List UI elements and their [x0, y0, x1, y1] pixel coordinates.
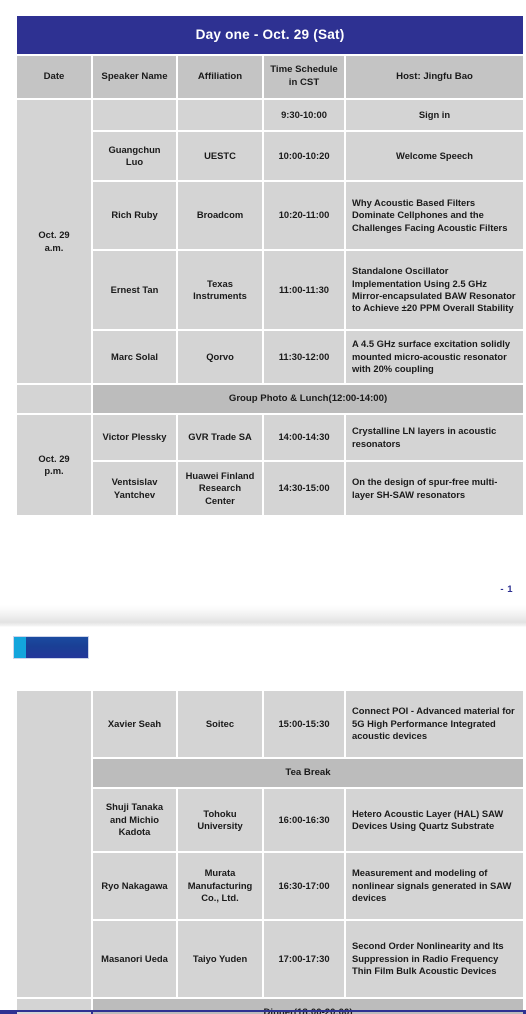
column-header-date: Date — [17, 56, 91, 98]
speaker-cell: Xavier Seah — [93, 691, 176, 757]
table-row: Oct. 29 a.m. 9:30-10:00 Sign in — [17, 100, 524, 383]
speaker-cell: Guangchun Luo — [93, 132, 176, 180]
affiliation-cell — [178, 100, 262, 130]
tea-break-band-row: Tea Break — [17, 759, 523, 787]
topic-cell: Connect POI - Advanced material for 5G H… — [346, 691, 523, 757]
column-header-time-schedule: Time Schedule in CST — [264, 56, 344, 98]
logo-blue-block — [26, 637, 88, 658]
affiliation-cell: GVR Trade SA — [178, 415, 262, 460]
date-cell-blank — [17, 385, 91, 413]
speaker-cell: Victor Plessky — [93, 415, 176, 460]
time-cell: 9:30-10:00 — [264, 100, 344, 130]
affiliation-cell: Texas Instruments — [178, 251, 262, 329]
topic-cell: Standalone Oscillator Implementation Usi… — [346, 251, 524, 329]
speaker-cell: Masanori Ueda — [93, 921, 176, 997]
time-cell: 15:00-15:30 — [264, 691, 344, 757]
table-row: Guangchun Luo UESTC 10:00-10:20 Welcome … — [17, 132, 524, 180]
speaker-cell: Rich Ruby — [93, 182, 176, 249]
topic-cell: On the design of spur-free multi-layer S… — [346, 462, 524, 515]
column-header-host: Host: Jingfu Bao — [346, 56, 524, 98]
column-header-speaker-name: Speaker Name — [93, 56, 176, 98]
date-morning-line-2: a.m. — [44, 241, 64, 253]
time-cell: 11:30-12:00 — [264, 331, 344, 383]
day-one-title: Day one - Oct. 29 (Sat) — [17, 16, 524, 54]
time-cell: 17:00-17:30 — [264, 921, 344, 997]
group-photo-lunch-band: Group Photo & Lunch(12:00-14:00) — [93, 385, 524, 413]
time-cell: 14:30-15:00 — [264, 462, 344, 515]
speaker-cell: Ventsislav Yantchev — [93, 462, 176, 515]
affiliation-cell: UESTC — [178, 132, 262, 180]
bottom-accent-rule — [0, 1010, 526, 1012]
tea-break-band: Tea Break — [93, 759, 523, 787]
date-cell-morning: Oct. 29 a.m. — [17, 100, 91, 383]
time-header-line-2: in CST — [288, 77, 320, 88]
table-row: Oct. 29 p.m. Victor Plessky GVR Trade SA… — [17, 415, 524, 515]
schedule-table-day-one: Day one - Oct. 29 (Sat) Date Speaker Nam… — [15, 14, 525, 517]
page-separator — [0, 605, 526, 627]
speaker-cell: Ernest Tan — [93, 251, 176, 329]
table-row: Masanori Ueda Taiyo Yuden 17:00-17:30 Se… — [17, 921, 523, 997]
date-cell-continued — [17, 691, 91, 997]
speaker-cell: Shuji Tanaka and Michio Kadota — [93, 789, 176, 851]
topic-cell: Why Acoustic Based Filters Dominate Cell… — [346, 182, 524, 249]
lunch-band-row: Group Photo & Lunch(12:00-14:00) — [17, 385, 524, 413]
speaker-cell — [93, 100, 176, 130]
topic-cell: Second Order Nonlinearity and Its Suppre… — [346, 921, 523, 997]
topic-cell: Measurement and modeling of nonlinear si… — [346, 853, 523, 919]
table-header-row: Date Speaker Name Affiliation Time Sched… — [17, 56, 524, 98]
speaker-cell: Ryo Nakagawa — [93, 853, 176, 919]
date-morning-line-1: Oct. 29 — [38, 229, 70, 241]
logo-cyan-block — [14, 637, 26, 658]
time-header-line-1: Time Schedule — [270, 64, 338, 76]
topic-cell: A 4.5 GHz surface excitation solidly mou… — [346, 331, 524, 383]
column-header-affiliation: Affiliation — [178, 56, 262, 98]
affiliation-cell: Murata Manufacturing Co., Ltd. — [178, 853, 262, 919]
time-cell: 10:20-11:00 — [264, 182, 344, 249]
page-one: Day one - Oct. 29 (Sat) Date Speaker Nam… — [0, 0, 526, 605]
document-root: Day one - Oct. 29 (Sat) Date Speaker Nam… — [0, 0, 526, 1014]
page-two: Xavier Seah Soitec 15:00-15:30 Connect P… — [0, 627, 526, 1014]
table-row: Ryo Nakagawa Murata Manufacturing Co., L… — [17, 853, 523, 919]
date-afternoon-line-1: Oct. 29 — [38, 452, 70, 464]
table-row: Xavier Seah Soitec 15:00-15:30 Connect P… — [17, 691, 523, 997]
affiliation-cell: Huawei Finland Research Center — [178, 462, 262, 515]
time-cell: 16:00-16:30 — [264, 789, 344, 851]
topic-cell: Welcome Speech — [346, 132, 524, 180]
time-cell: 14:00-14:30 — [264, 415, 344, 460]
table-title-row: Day one - Oct. 29 (Sat) — [17, 16, 524, 54]
table-row: Shuji Tanaka and Michio Kadota Tohoku Un… — [17, 789, 523, 851]
topic-cell: Hetero Acoustic Layer (HAL) SAW Devices … — [346, 789, 523, 851]
date-afternoon-line-2: p.m. — [44, 465, 64, 476]
table-row: Ventsislav Yantchev Huawei Finland Resea… — [17, 462, 524, 515]
schedule-table-day-one-continued: Xavier Seah Soitec 15:00-15:30 Connect P… — [15, 689, 525, 1014]
table-row: Rich Ruby Broadcom 10:20-11:00 Why Acous… — [17, 182, 524, 249]
affiliation-cell: Tohoku University — [178, 789, 262, 851]
affiliation-cell: Soitec — [178, 691, 262, 757]
affiliation-cell: Taiyo Yuden — [178, 921, 262, 997]
time-cell: 11:00-11:30 — [264, 251, 344, 329]
time-cell: 16:30-17:00 — [264, 853, 344, 919]
affiliation-cell: Broadcom — [178, 182, 262, 249]
topic-cell: Sign in — [346, 100, 524, 130]
topic-cell: Crystalline LN layers in acoustic resona… — [346, 415, 524, 460]
page-number: - 1 — [500, 584, 513, 595]
speaker-cell: Marc Solal — [93, 331, 176, 383]
table-row: Ernest Tan Texas Instruments 11:00-11:30… — [17, 251, 524, 329]
time-cell: 10:00-10:20 — [264, 132, 344, 180]
affiliation-cell: Qorvo — [178, 331, 262, 383]
date-cell-afternoon: Oct. 29 p.m. — [17, 415, 91, 515]
table-row: Marc Solal Qorvo 11:30-12:00 A 4.5 GHz s… — [17, 331, 524, 383]
conference-logo — [14, 637, 88, 658]
